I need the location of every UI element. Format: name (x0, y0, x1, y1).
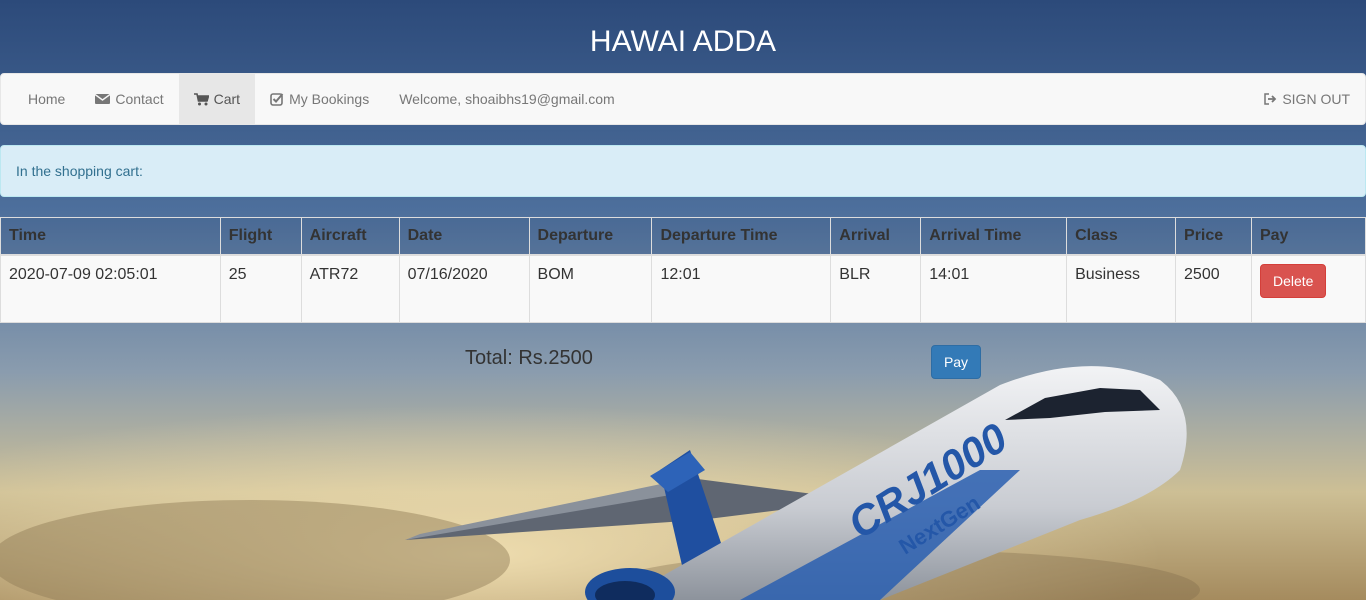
header-time: Time (0, 217, 221, 256)
cell-date: 07/16/2020 (398, 254, 530, 323)
envelope-icon (95, 93, 111, 105)
nav-contact-link[interactable]: Contact (80, 74, 178, 124)
check-square-icon (270, 92, 284, 106)
sign-out-icon (1264, 93, 1277, 105)
cart-alert: In the shopping cart: (0, 145, 1366, 197)
cart-table: Time Flight Aircraft Date Departure Depa… (0, 217, 1366, 323)
welcome-text: Welcome, shoaibhs19@gmail.com (384, 74, 630, 124)
cell-departure-time: 12:01 (651, 254, 832, 323)
table-row: 2020-07-09 02:05:01 25 ATR72 07/16/2020 … (0, 254, 1366, 323)
navbar: Home Contact Cart My Bookings Welcome, s… (0, 73, 1366, 125)
cell-arrival: BLR (830, 254, 922, 323)
signout-label: SIGN OUT (1282, 91, 1350, 107)
cart-icon (193, 92, 209, 106)
header-arrival-time: Arrival Time (920, 217, 1068, 256)
nav-bookings-label: My Bookings (289, 91, 370, 107)
nav-bookings-link[interactable]: My Bookings (255, 74, 384, 124)
header-aircraft: Aircraft (300, 217, 400, 256)
cart-total: Total: Rs.2500 (465, 347, 593, 369)
cell-time: 2020-07-09 02:05:01 (0, 254, 221, 323)
nav-left: Home Contact Cart My Bookings Welcome, s… (13, 74, 630, 124)
delete-button[interactable]: Delete (1259, 264, 1327, 298)
nav-home-label: Home (28, 91, 66, 107)
signout-link[interactable]: SIGN OUT (1264, 74, 1350, 124)
pay-button[interactable]: Pay (931, 345, 981, 379)
cart-alert-text: In the shopping cart: (16, 163, 143, 179)
nav-contact-label: Contact (115, 91, 164, 107)
header-departure-time: Departure Time (651, 217, 832, 256)
header-pay: Pay (1250, 217, 1366, 256)
nav-right: SIGN OUT (1264, 74, 1350, 124)
header-flight: Flight (219, 217, 302, 256)
header-class: Class (1066, 217, 1177, 256)
welcome-label: Welcome, shoaibhs19@gmail.com (399, 91, 615, 107)
nav-cart-link[interactable]: Cart (178, 74, 256, 124)
cell-departure: BOM (528, 254, 653, 323)
cell-flight: 25 (219, 254, 302, 323)
header-date: Date (398, 217, 530, 256)
nav-home-link[interactable]: Home (13, 74, 80, 124)
cell-arrival-time: 14:01 (920, 254, 1068, 323)
cell-aircraft: ATR72 (300, 254, 400, 323)
cell-pay: Delete (1250, 254, 1366, 323)
site-title: HAWAI ADDA (589, 25, 777, 58)
header-price: Price (1175, 217, 1252, 256)
table-header-row: Time Flight Aircraft Date Departure Depa… (0, 217, 1366, 256)
nav-cart-label: Cart (213, 91, 241, 107)
header-arrival: Arrival (830, 217, 922, 256)
header-departure: Departure (528, 217, 653, 256)
cell-price: 2500 (1175, 254, 1252, 323)
cell-class: Business (1066, 254, 1177, 323)
